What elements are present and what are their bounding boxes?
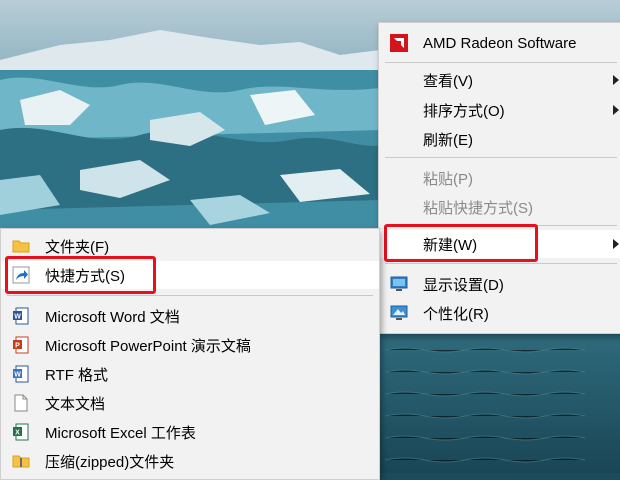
submenu-item-text-document[interactable]: 文本文档 (1, 389, 379, 417)
menu-item-label: 查看(V) (423, 72, 473, 90)
svg-text:W: W (14, 372, 21, 379)
submenu-item-rtf[interactable]: W RTF 格式 (1, 360, 379, 388)
submenu-item-word-document[interactable]: W Microsoft Word 文档 (1, 302, 379, 330)
zip-folder-icon (12, 452, 30, 470)
amd-radeon-icon (390, 34, 408, 52)
menu-separator (385, 263, 617, 264)
menu-item-label: 粘贴快捷方式(S) (423, 199, 533, 217)
desktop-context-menu: AMD Radeon Software 查看(V) 排序方式(O) 刷新(E) … (378, 22, 620, 334)
excel-icon: X (12, 423, 30, 441)
menu-item-label: 显示设置(D) (423, 276, 504, 294)
menu-separator (385, 157, 617, 158)
menu-item-paste-shortcut[interactable]: 粘贴快捷方式(S) (379, 193, 620, 221)
text-doc-icon (12, 394, 30, 412)
svg-text:P: P (15, 343, 20, 350)
menu-item-label: 粘贴(P) (423, 170, 473, 188)
menu-item-paste[interactable]: 粘贴(P) (379, 164, 620, 192)
menu-item-label: 文件夹(F) (45, 238, 110, 256)
menu-item-label: 个性化(R) (423, 305, 489, 323)
menu-item-label: RTF 格式 (45, 366, 109, 384)
folder-icon (12, 237, 30, 255)
rtf-doc-icon: W (12, 365, 30, 383)
menu-item-label: Microsoft Word 文档 (45, 308, 180, 326)
submenu-arrow-icon (613, 105, 619, 115)
highlight-box-shortcut (5, 256, 156, 294)
menu-item-label: 排序方式(O) (423, 102, 505, 120)
submenu-arrow-icon (613, 239, 619, 249)
display-settings-icon (390, 275, 408, 293)
word-doc-icon: W (12, 307, 30, 325)
personalize-icon (390, 304, 408, 322)
menu-item-label: AMD Radeon Software (423, 34, 577, 52)
submenu-item-excel[interactable]: X Microsoft Excel 工作表 (1, 418, 379, 446)
menu-separator (385, 62, 617, 63)
powerpoint-icon: P (12, 336, 30, 354)
menu-item-amd-radeon[interactable]: AMD Radeon Software (379, 29, 620, 57)
menu-item-display-settings[interactable]: 显示设置(D) (379, 270, 620, 298)
submenu-item-zip-folder[interactable]: 压缩(zipped)文件夹 (1, 447, 379, 475)
menu-item-personalize[interactable]: 个性化(R) (379, 299, 620, 327)
menu-item-label: Microsoft PowerPoint 演示文稿 (45, 337, 251, 355)
svg-text:X: X (15, 430, 20, 437)
menu-item-label: 文本文档 (45, 395, 106, 413)
menu-item-sort-by[interactable]: 排序方式(O) (379, 96, 620, 124)
menu-item-label: 刷新(E) (423, 131, 473, 149)
svg-text:W: W (14, 314, 21, 321)
menu-item-refresh[interactable]: 刷新(E) (379, 125, 620, 153)
highlight-box-new (384, 224, 538, 262)
submenu-arrow-icon (613, 75, 619, 85)
menu-item-view[interactable]: 查看(V) (379, 66, 620, 94)
menu-item-label: 压缩(zipped)文件夹 (45, 453, 175, 471)
menu-item-label: Microsoft Excel 工作表 (45, 424, 196, 442)
menu-separator (7, 295, 373, 296)
submenu-item-powerpoint[interactable]: P Microsoft PowerPoint 演示文稿 (1, 331, 379, 359)
